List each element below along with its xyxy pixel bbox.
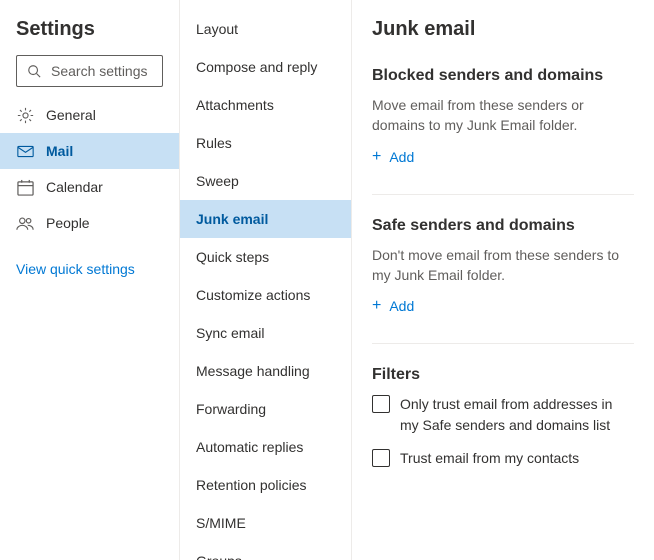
sub-item-s-mime[interactable]: S/MIME — [180, 504, 351, 542]
subcategory-panel: LayoutCompose and replyAttachmentsRulesS… — [180, 0, 352, 560]
safe-senders-section: Safe senders and domains Don't move emai… — [372, 217, 634, 316]
nav-label: People — [46, 215, 90, 231]
checkbox-label: Trust email from my contacts — [400, 448, 579, 469]
sub-item-attachments[interactable]: Attachments — [180, 86, 351, 124]
sub-item-sync-email[interactable]: Sync email — [180, 314, 351, 352]
search-icon — [25, 62, 43, 80]
section-heading: Filters — [372, 366, 634, 384]
sub-item-message-handling[interactable]: Message handling — [180, 352, 351, 390]
nav-label: General — [46, 107, 96, 123]
divider — [372, 194, 634, 195]
search-settings-box[interactable] — [16, 55, 163, 87]
sub-item-sweep[interactable]: Sweep — [180, 162, 351, 200]
left-panel: Settings General Mail — [0, 0, 180, 560]
checkbox-icon[interactable] — [372, 395, 390, 413]
category-list: General Mail Calendar People — [0, 97, 179, 241]
filters-section: Filters Only trust email from addresses … — [372, 366, 634, 469]
filter-trust-contacts[interactable]: Trust email from my contacts — [372, 448, 634, 469]
sub-item-layout[interactable]: Layout — [180, 10, 351, 48]
sub-item-retention-policies[interactable]: Retention policies — [180, 466, 351, 504]
calendar-icon — [16, 178, 34, 196]
sub-item-groups[interactable]: Groups — [180, 542, 351, 560]
people-icon — [16, 214, 34, 232]
nav-item-people[interactable]: People — [0, 205, 179, 241]
section-heading: Blocked senders and domains — [372, 67, 634, 85]
section-description: Move email from these senders or domains… — [372, 95, 634, 136]
nav-label: Mail — [46, 143, 73, 159]
nav-item-mail[interactable]: Mail — [0, 133, 179, 169]
subcategory-list: LayoutCompose and replyAttachmentsRulesS… — [180, 0, 351, 560]
nav-item-calendar[interactable]: Calendar — [0, 169, 179, 205]
nav-label: Calendar — [46, 179, 103, 195]
view-quick-settings-link[interactable]: View quick settings — [0, 241, 179, 297]
gear-icon — [16, 106, 34, 124]
sub-item-quick-steps[interactable]: Quick steps — [180, 238, 351, 276]
add-label: Add — [389, 298, 414, 314]
plus-icon: + — [372, 148, 381, 166]
mail-icon — [16, 142, 34, 160]
checkbox-icon[interactable] — [372, 449, 390, 467]
search-input[interactable] — [51, 63, 154, 79]
nav-item-general[interactable]: General — [0, 97, 179, 133]
add-safe-button[interactable]: + Add — [372, 297, 414, 315]
sub-item-forwarding[interactable]: Forwarding — [180, 390, 351, 428]
plus-icon: + — [372, 297, 381, 315]
sub-item-automatic-replies[interactable]: Automatic replies — [180, 428, 351, 466]
sub-item-rules[interactable]: Rules — [180, 124, 351, 162]
divider — [372, 343, 634, 344]
section-description: Don't move email from these senders to m… — [372, 245, 634, 286]
settings-dialog: Settings General Mail — [0, 0, 654, 560]
sub-item-customize-actions[interactable]: Customize actions — [180, 276, 351, 314]
section-heading: Safe senders and domains — [372, 217, 634, 235]
add-blocked-button[interactable]: + Add — [372, 148, 414, 166]
page-title: Junk email — [372, 18, 634, 41]
checkbox-label: Only trust email from addresses in my Sa… — [400, 394, 634, 436]
sub-item-compose-and-reply[interactable]: Compose and reply — [180, 48, 351, 86]
filter-only-trust-safe[interactable]: Only trust email from addresses in my Sa… — [372, 394, 634, 436]
blocked-senders-section: Blocked senders and domains Move email f… — [372, 67, 634, 166]
settings-title: Settings — [0, 16, 179, 55]
add-label: Add — [389, 149, 414, 165]
content-panel: Junk email Blocked senders and domains M… — [352, 0, 654, 560]
sub-item-junk-email[interactable]: Junk email — [180, 200, 351, 238]
